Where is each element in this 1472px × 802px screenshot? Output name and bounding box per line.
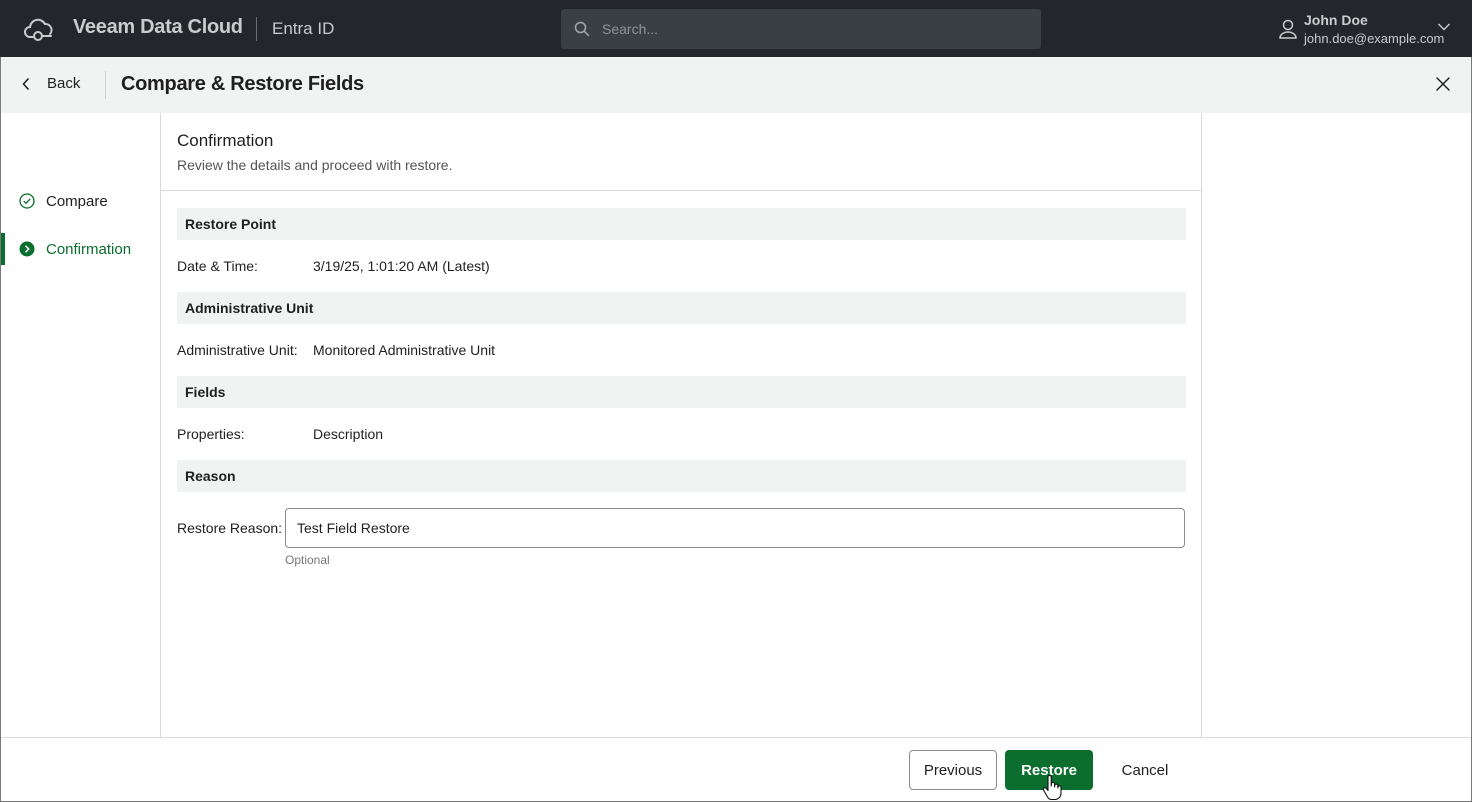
panel-divider <box>161 190 1202 191</box>
restore-dialog: Back Compare & Restore Fields Compare Co… <box>0 57 1472 802</box>
section-fields: Fields <box>177 376 1186 408</box>
product-name: Entra ID <box>272 19 335 38</box>
section-restore-point: Restore Point <box>177 208 1186 240</box>
admin-unit-value: Monitored Administrative Unit <box>313 342 496 358</box>
search-input[interactable] <box>602 21 1022 37</box>
brand-name: Veeam Data Cloud <box>73 16 243 38</box>
user-icon[interactable] <box>1278 18 1298 40</box>
close-icon[interactable] <box>1435 76 1451 92</box>
search-icon <box>574 21 590 37</box>
dialog-title: Compare & Restore Fields <box>121 73 364 95</box>
properties-value: Description <box>313 426 384 442</box>
dialog-header: Back Compare & Restore Fields <box>1 57 1471 113</box>
panel-title: Confirmation <box>177 131 274 150</box>
step-confirmation[interactable]: Confirmation <box>1 233 160 265</box>
chevron-down-icon[interactable] <box>1437 22 1451 32</box>
panel-subtitle: Review the details and proceed with rest… <box>177 157 453 173</box>
user-name[interactable]: John Doe <box>1304 12 1368 28</box>
restore-reason-hint: Optional <box>285 553 330 567</box>
cloud-logo-icon <box>24 18 53 41</box>
header-separator <box>105 71 106 99</box>
top-bar: Veeam Data Cloud Entra ID John Doe john.… <box>0 0 1472 57</box>
step-label: Compare <box>46 192 108 210</box>
date-time-label: Date & Time: <box>177 258 258 274</box>
restore-reason-input[interactable] <box>285 508 1185 548</box>
date-time-value: 3/19/25, 1:01:20 AM (Latest) <box>313 258 490 274</box>
wizard-steps: Compare Confirmation <box>1 113 161 737</box>
active-step-indicator <box>1 233 5 265</box>
step-label: Confirmation <box>46 240 132 258</box>
user-email[interactable]: john.doe@example.com <box>1304 31 1444 46</box>
section-administrative-unit: Administrative Unit <box>177 292 1186 324</box>
restore-reason-label: Restore Reason: <box>177 520 283 536</box>
hand-cursor-icon <box>1042 775 1062 801</box>
search-box[interactable] <box>561 9 1041 49</box>
properties-label: Properties: <box>177 426 245 442</box>
brand-separator <box>256 17 257 41</box>
check-circle-icon <box>19 193 35 209</box>
dialog-footer: Previous Restore Cancel <box>1 737 1471 801</box>
step-compare[interactable]: Compare <box>1 185 160 217</box>
cancel-button[interactable]: Cancel <box>1105 750 1185 790</box>
section-reason: Reason <box>177 460 1186 492</box>
back-button[interactable]: Back <box>21 75 80 92</box>
admin-unit-label: Administrative Unit: <box>177 342 298 358</box>
confirmation-panel: Confirmation Review the details and proc… <box>161 113 1202 737</box>
back-label: Back <box>47 75 81 92</box>
previous-button[interactable]: Previous <box>909 750 997 790</box>
chevron-left-icon <box>22 77 30 90</box>
chevron-right-circle-icon <box>19 241 35 257</box>
